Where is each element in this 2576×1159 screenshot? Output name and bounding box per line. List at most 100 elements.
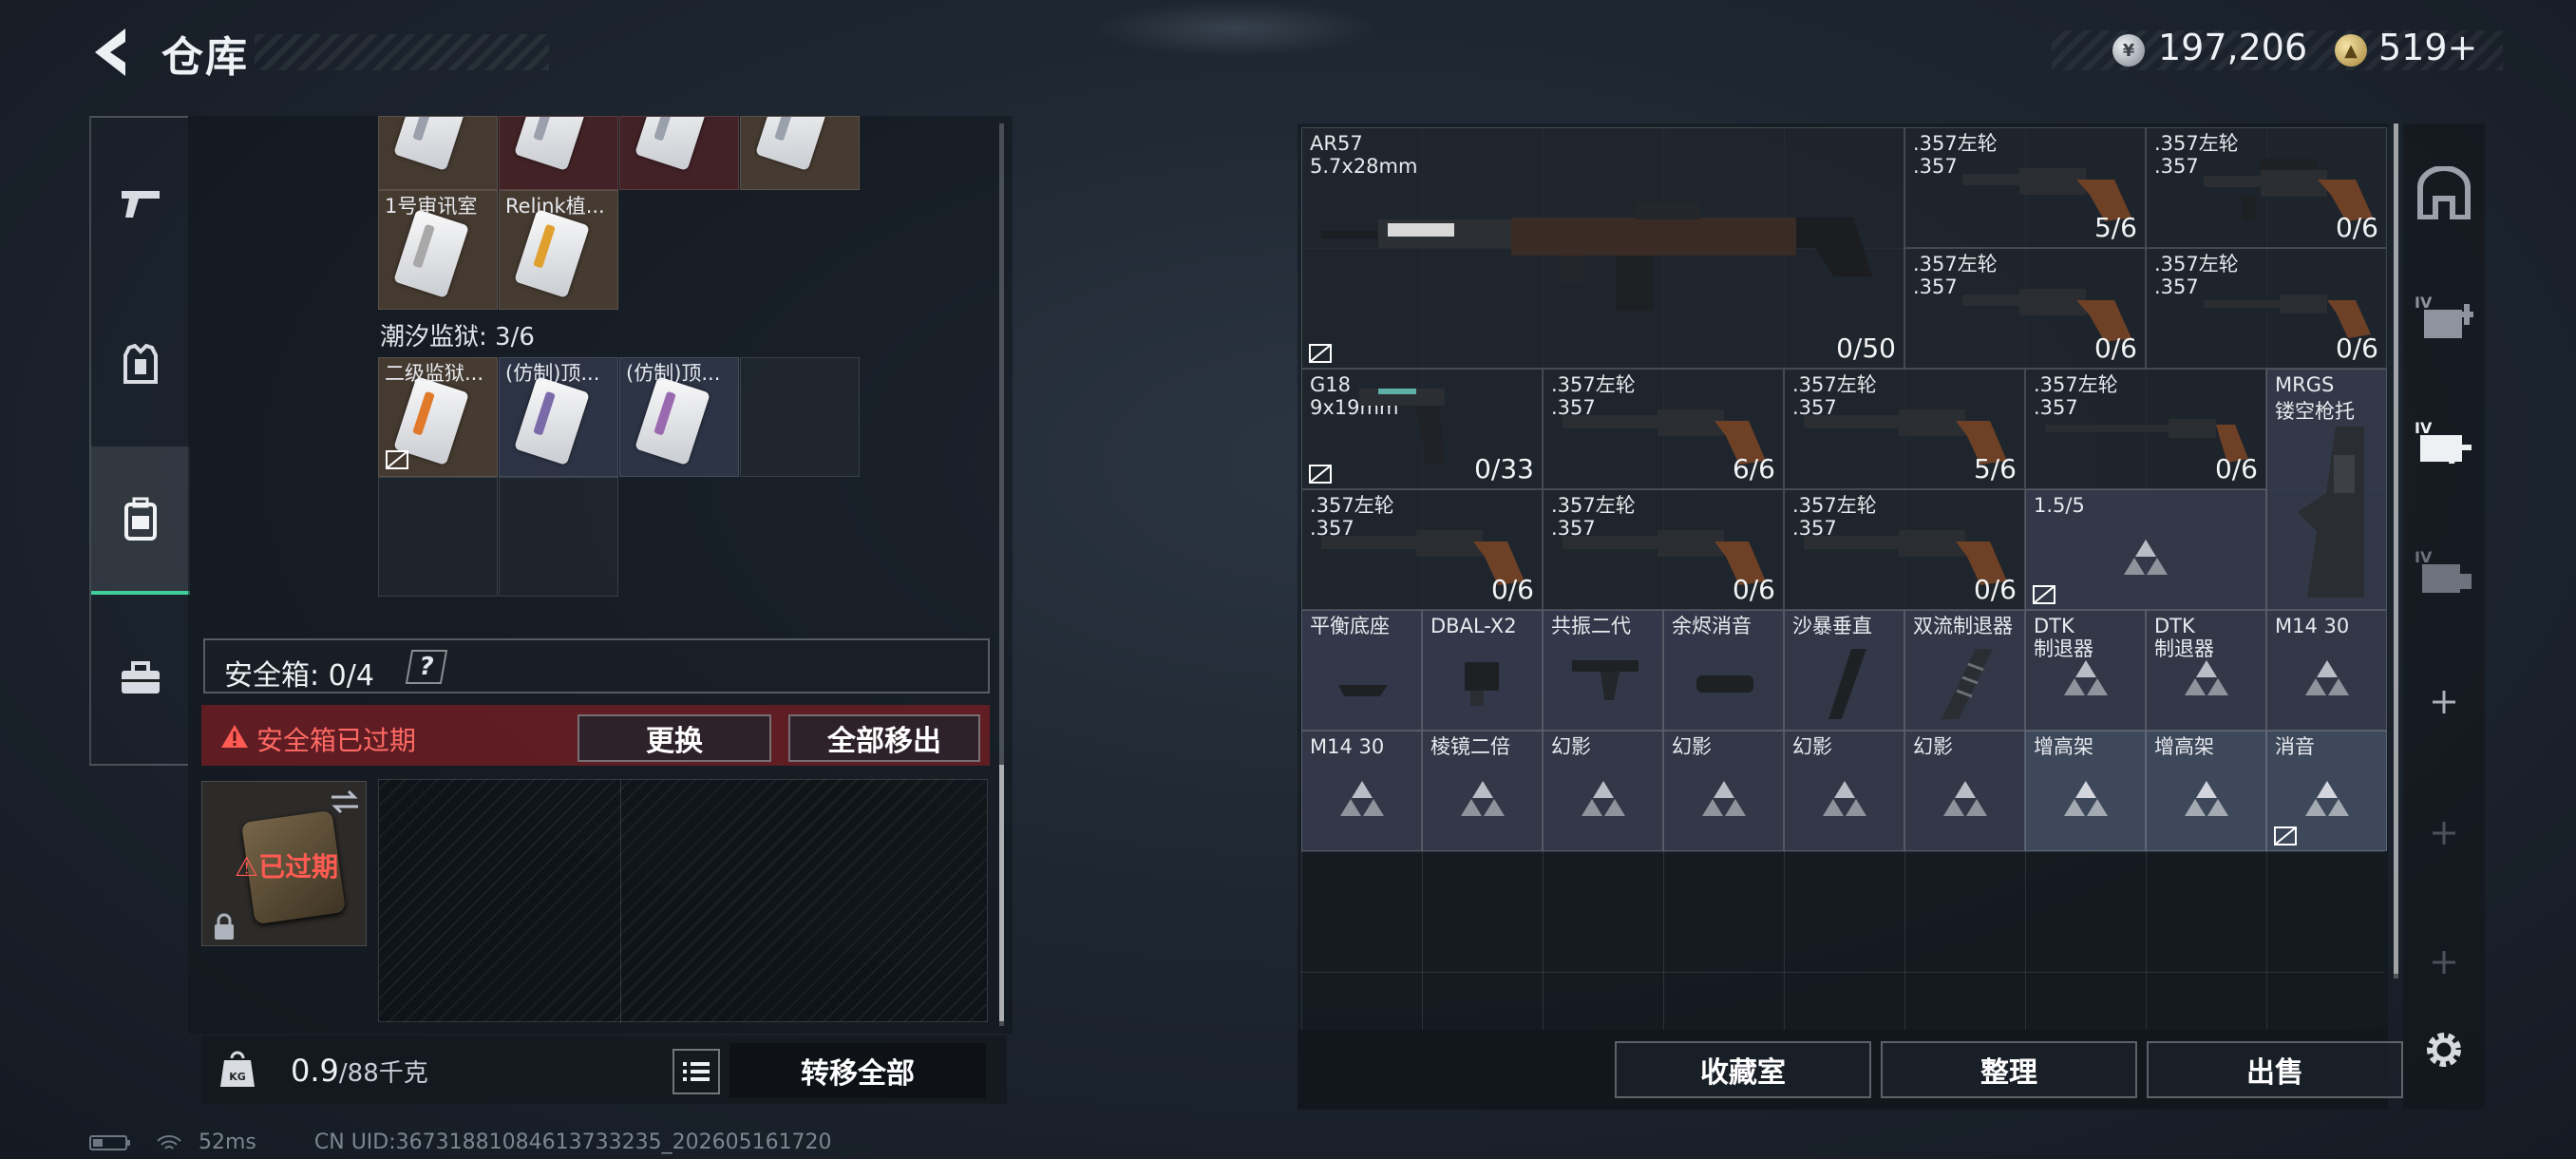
swap-icon[interactable]	[328, 788, 362, 816]
attachment-item[interactable]: 余烬消音	[1663, 610, 1784, 731]
keycard-slot[interactable]	[378, 116, 498, 190]
list-icon	[683, 1062, 710, 1081]
keycard-prison-level2[interactable]: 二级监狱...	[378, 357, 498, 477]
weapon-revolver[interactable]: .357左轮 .357 0/6	[2146, 127, 2387, 248]
stash-tab-4[interactable]: IV	[2411, 538, 2477, 604]
replace-button[interactable]: 更换	[578, 714, 771, 762]
weapon-revolver[interactable]: .357左轮 .357 0/6	[1543, 489, 1784, 610]
list-view-button[interactable]	[672, 1049, 720, 1094]
weapon-revolver[interactable]: .357左轮 .357 0/6	[1784, 489, 2025, 610]
weapon-g18[interactable]: G18 9x19mm 0/33	[1301, 369, 1543, 489]
stash-tab-main[interactable]	[2411, 160, 2477, 226]
weapon-revolver[interactable]: .357左轮 .357 5/6	[1784, 369, 2025, 489]
svg-text:KG: KG	[229, 1071, 246, 1083]
add-stash-button[interactable]	[2411, 669, 2477, 735]
no-insure-icon	[386, 450, 408, 469]
gear-icon	[2427, 1033, 2461, 1067]
keycard-relink[interactable]: Relink植...	[499, 190, 618, 310]
laser-module-icon	[1465, 662, 1499, 706]
attachment-item[interactable]: 双流制退器	[1904, 610, 2025, 731]
plus-icon	[2433, 691, 2455, 713]
nav-weapons[interactable]	[91, 137, 190, 270]
suppressor-icon	[1696, 675, 1753, 693]
stash-icon	[2417, 166, 2471, 219]
gold-amount[interactable]: 519+	[2378, 27, 2477, 68]
empty-slot[interactable]	[740, 357, 860, 477]
attachment-item[interactable]: M14 30	[1301, 731, 1422, 851]
nav-armor[interactable]	[91, 298, 190, 431]
safebox-slot[interactable]: ⚠已过期	[201, 781, 367, 946]
medical-stash-icon: IV	[2415, 294, 2473, 338]
attachment-item[interactable]: 增高架	[2146, 731, 2266, 851]
weapon-revolver[interactable]: .357左轮 .357 0/6	[2146, 248, 2387, 369]
weapon-revolver[interactable]: .357左轮 .357 0/6	[2025, 369, 2266, 489]
right-scrollbar-thumb[interactable]	[2394, 124, 2398, 974]
weapon-revolver[interactable]: .357左轮 .357 0/6	[1301, 489, 1543, 610]
stock-icon	[2298, 427, 2364, 598]
collection-room-button[interactable]: 收藏室	[1615, 1041, 1871, 1098]
keycard-replica-2[interactable]: (仿制)顶...	[619, 357, 739, 477]
transfer-all-button[interactable]: 转移全部	[729, 1043, 986, 1098]
attachment-item[interactable]: DTK 制退器	[2146, 610, 2266, 731]
plus-icon	[2433, 951, 2455, 974]
svg-text:IV: IV	[2415, 419, 2433, 437]
ping-text: 52ms	[199, 1130, 256, 1154]
attachment-item[interactable]: 幻影	[1904, 731, 2025, 851]
attachment-item[interactable]: DBAL-X2	[1422, 610, 1543, 731]
left-scrollbar-thumb[interactable]	[999, 765, 1004, 1021]
move-all-out-button[interactable]: 全部移出	[788, 714, 980, 762]
keycard-interrogation-room[interactable]: 1号审讯室	[378, 190, 498, 310]
empty-slot[interactable]	[499, 477, 618, 597]
keycard-replica-1[interactable]: (仿制)顶...	[499, 357, 618, 477]
category-nav	[89, 116, 190, 766]
stash-tab-medical[interactable]: IV	[2411, 283, 2477, 350]
attachment-item[interactable]: 幻影	[1543, 731, 1663, 851]
silver-amount: 197,206	[2158, 27, 2308, 68]
weight-icon: KG	[220, 1051, 255, 1087]
weapon-revolver[interactable]: .357左轮 .357 6/6	[1543, 369, 1784, 489]
weapon-ar57[interactable]: AR57 5.7x28mm 0/50	[1301, 127, 1904, 369]
add-stash-button[interactable]	[2411, 929, 2477, 996]
attachment-item[interactable]: 幻影	[1784, 731, 1904, 851]
unknown-item-icon	[1460, 781, 1505, 816]
empty-slot[interactable]	[378, 477, 498, 597]
unknown-item-icon	[2304, 660, 2349, 695]
attachment-item[interactable]: 沙暴垂直	[1784, 610, 1904, 731]
sell-button[interactable]: 出售	[2147, 1041, 2403, 1098]
unknown-item-icon	[2063, 660, 2108, 695]
unknown-item-icon	[2124, 540, 2168, 575]
stash-tab-weapons[interactable]: IV	[2411, 408, 2477, 475]
sort-button[interactable]: 整理	[1881, 1041, 2137, 1098]
weapon-revolver[interactable]: .357左轮 .357 5/6	[1904, 127, 2146, 248]
section-tidal-prison: 潮汐监狱: 3/6	[380, 323, 535, 352]
keycard-slot[interactable]	[740, 116, 860, 190]
help-button[interactable]: ?	[405, 650, 448, 684]
nav-backpack[interactable]	[91, 446, 190, 595]
battery-icon	[89, 1135, 130, 1150]
stock-mrgs[interactable]: MRGS 镂空枪托	[2266, 369, 2387, 610]
attachment-item[interactable]: 消音	[2266, 731, 2387, 851]
attachment-item[interactable]: 棱镜二倍	[1422, 731, 1543, 851]
keycard-slot[interactable]	[499, 116, 618, 190]
safebox-header: 安全箱: 0/4 ?	[203, 638, 990, 694]
attachment-item[interactable]: 幻影	[1663, 731, 1784, 851]
attachment-item[interactable]: M14 30	[2266, 610, 2387, 731]
attachment-item[interactable]: 增高架	[2025, 731, 2146, 851]
stacked-item[interactable]: 1.5/5	[2025, 489, 2266, 610]
keycard-slot[interactable]	[619, 116, 739, 190]
attachment-item[interactable]: 平衡底座	[1301, 610, 1422, 731]
weapon-stash-icon: IV	[2415, 419, 2472, 464]
unknown-item-icon	[2184, 660, 2228, 695]
settings-button[interactable]	[2411, 1016, 2477, 1083]
warning-icon	[221, 725, 248, 748]
attachment-item[interactable]: 共振二代	[1543, 610, 1663, 731]
stash-footer: 收藏室 整理 出售	[1297, 1030, 2403, 1110]
weapon-revolver[interactable]: .357左轮 .357 0/6	[1904, 248, 2146, 369]
nav-toolbox[interactable]	[91, 612, 190, 745]
attachment-item[interactable]: DTK 制退器	[2025, 610, 2146, 731]
back-arrow-icon[interactable]	[87, 25, 139, 80]
plus-icon	[2433, 822, 2455, 845]
no-insure-icon	[1309, 344, 1332, 363]
weight-footer: KG 0.9/88千克 转移全部	[201, 1036, 1007, 1104]
add-stash-button[interactable]	[2411, 800, 2477, 866]
